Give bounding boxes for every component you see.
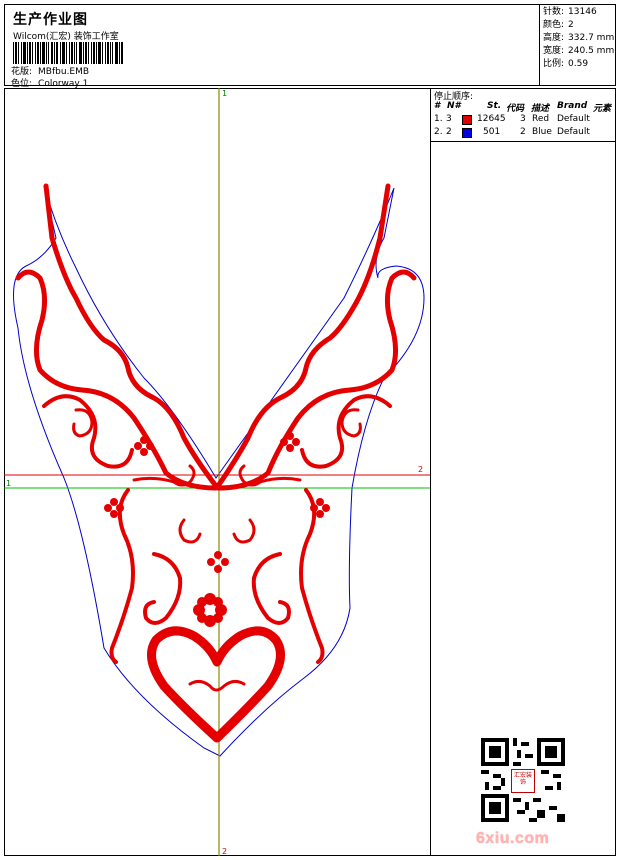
thread-swatch-blue [462,128,472,138]
center-left-curl [178,518,202,544]
center-large-flower [193,593,227,627]
left-lower-curl [143,552,183,625]
studio-subtitle: Wilcom(汇宏) 装饰工作室 [13,32,119,42]
qr-seal-logo: 汇宏装饰 [511,769,535,793]
center-small-flower [207,551,229,573]
guide-label-right: 2 [418,465,423,474]
header-frame: 生产作业图 Wilcom(汇宏) 装饰工作室 花版: MBfbu.EMB 色位:… [4,4,616,89]
right-shoulder-curl [215,269,417,491]
right-flower [280,432,300,452]
stat-height: 高度: 332.7 mm [543,33,615,43]
stat-width: 宽度: 240.5 mm [543,46,615,56]
embroidery-design: 1 2 1 2 [4,88,430,856]
heart-inner-motif [188,679,246,692]
left-shoulder-curl [15,269,219,491]
barcode [13,42,123,64]
left-flower [134,436,154,456]
left-scroll-inner [72,408,94,438]
page-title: 生产作业图 [13,12,88,28]
guide-label-bottom: 2 [222,847,227,856]
center-right-curl [232,518,256,544]
guide-label-top: 1 [222,89,227,98]
right-strap [215,183,391,489]
thread-swatch-red [462,115,472,125]
stat-scale: 比例: 0.59 [543,59,589,69]
right-scroll-inner [340,408,362,438]
stat-stitches: 针数: 13146 [543,7,597,17]
production-sheet: 生产作业图 Wilcom(汇宏) 装饰工作室 花版: MBfbu.EMB 色位:… [0,0,620,860]
side-divider [430,142,431,856]
guide-label-left: 1 [6,479,11,488]
watermark: 6xiu.com [476,830,550,847]
thread-stop-panel: 停止顺序: # N# St. 代码 描述 Brand 元素 1. 3 12645… [430,88,616,142]
right-lower-curl [251,552,291,625]
stat-colors: 颜色: 2 [543,20,574,30]
stats-panel: 针数: 13146 颜色: 2 高度: 332.7 mm 宽度: 240.5 mm 比例… [539,4,616,86]
left-strap [43,183,219,489]
